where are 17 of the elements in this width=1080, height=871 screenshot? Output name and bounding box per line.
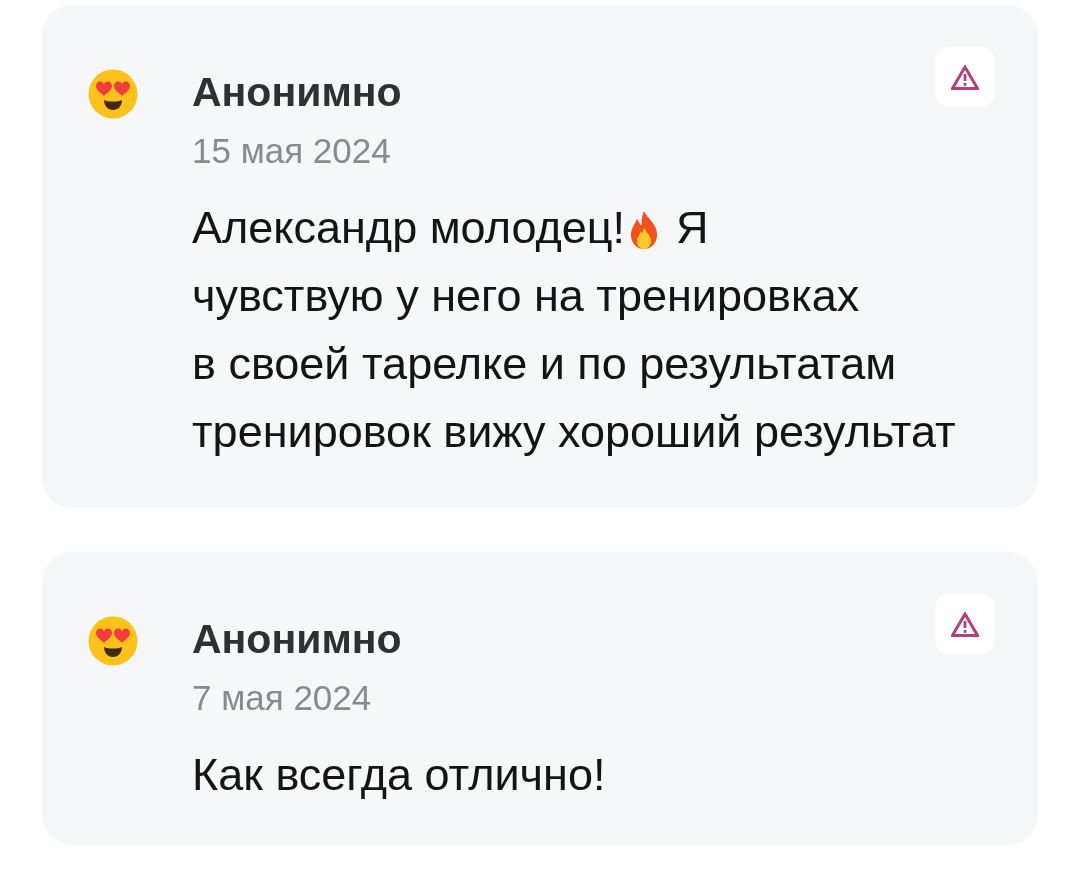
warning-button[interactable] (935, 594, 995, 654)
author-name: Анонимно (192, 615, 402, 663)
review-date: 15 мая 2024 (192, 131, 391, 171)
fire-icon (628, 211, 660, 249)
comment-text: тренировок вижу хороший результат (192, 406, 956, 457)
review-date: 7 мая 2024 (192, 678, 372, 718)
warning-button[interactable] (935, 47, 995, 107)
comment-text: чувствую у него на тренировках (192, 270, 860, 321)
heart-eyes-emoji-icon (88, 69, 138, 119)
warning-icon (951, 611, 979, 637)
warning-icon (951, 64, 979, 90)
heart-eyes-emoji-icon (88, 616, 138, 666)
comment-text: в своей тарелке и по результатам (192, 338, 897, 389)
comment-text: Как всегда отлично! (192, 749, 606, 800)
comment-text: Я (676, 202, 709, 253)
author-name: Анонимно (192, 68, 402, 116)
comment-text: Александр молодец! (192, 202, 625, 253)
